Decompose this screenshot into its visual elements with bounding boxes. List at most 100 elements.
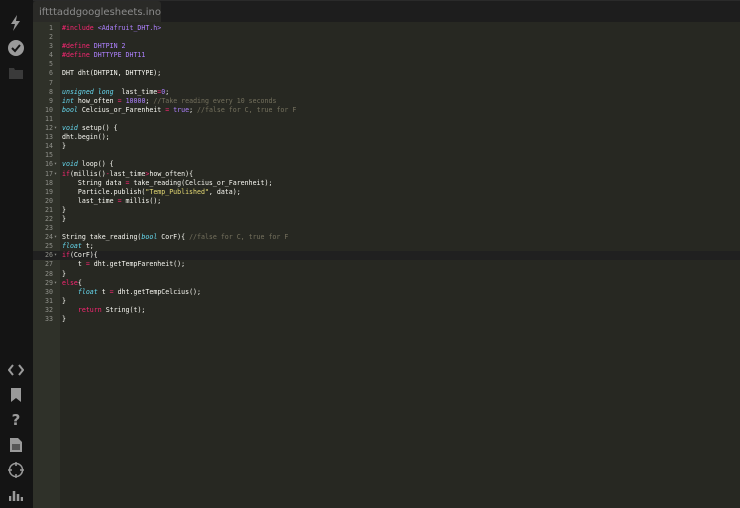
code-token: setup() { [77, 124, 118, 133]
code-line[interactable]: 33} [33, 315, 740, 324]
code-icon[interactable] [7, 361, 25, 379]
code-line[interactable]: 30 float t = dht.getTempCelcius(); [33, 288, 740, 297]
help-icon[interactable]: ? [7, 411, 25, 429]
code-token: , data); [208, 187, 241, 196]
code-line[interactable]: 12 ▾ void setup() { [33, 124, 740, 133]
folder-icon[interactable] [7, 64, 25, 82]
code-token: how_often){ [149, 169, 194, 178]
code-token: int [62, 96, 74, 105]
code-line[interactable]: 25 float t; [33, 242, 740, 251]
code-line[interactable]: 4 #define DHTTYPE DHT11 [33, 51, 740, 60]
tab-bar: iftttaddgooglesheets.ino [33, 0, 740, 23]
line-number: 12 [45, 124, 53, 133]
code-text: } [62, 315, 66, 324]
code-line[interactable]: 11 [33, 115, 740, 124]
code-text: } [62, 206, 66, 215]
code-line[interactable]: 16 ▾ void loop() { [33, 160, 740, 169]
code-text: bool Celcius_or_Farenheit = true; //fals… [62, 106, 296, 115]
code-line[interactable]: 18 String data = take_reading(Celcius_or… [33, 179, 740, 188]
fold-arrow-icon[interactable]: ▾ [54, 279, 57, 288]
code-token: } [62, 269, 66, 278]
code-line[interactable]: 7 [33, 79, 740, 88]
code-token: float [62, 242, 82, 251]
fold-arrow-icon[interactable]: ▾ [54, 251, 57, 260]
fold-arrow-icon[interactable]: ▾ [54, 160, 57, 169]
code-line[interactable]: 14} [33, 142, 740, 151]
line-number: 21 [45, 205, 53, 214]
code-token: bool [62, 105, 78, 114]
fold-arrow-icon[interactable]: ▾ [54, 124, 57, 133]
tab-file[interactable]: iftttaddgooglesheets.ino [33, 1, 161, 23]
chart-icon[interactable] [7, 486, 25, 504]
code-line[interactable]: 20 last_time = millis(); [33, 197, 740, 206]
code-line[interactable]: 9 int how_often = 10000; //Take reading e… [33, 97, 740, 106]
code-token: t; [81, 242, 94, 251]
code-line[interactable]: 24 ▾ String take_reading(bool CorF){ //fal… [33, 233, 740, 242]
code-line[interactable]: 5 [33, 60, 740, 69]
docs-icon[interactable] [7, 436, 25, 454]
code-token: loop() { [77, 160, 114, 169]
bookmark-icon[interactable] [7, 386, 25, 404]
line-number: 32 [45, 305, 53, 314]
code-line[interactable]: 23 [33, 224, 740, 233]
line-number: 28 [45, 269, 53, 278]
code-token: void [62, 160, 78, 169]
code-line[interactable]: 8 unsigned long last_time=0; [33, 88, 740, 97]
code-text: } [62, 297, 66, 306]
code-token: bool [141, 233, 158, 242]
code-text: if(millis()-last_time>how_often){ [62, 170, 193, 179]
code-line[interactable]: 1 #include <Adafruit_DHT.h> [33, 24, 740, 33]
code-text: #include <Adafruit_DHT.h> [62, 24, 161, 33]
line-number: 5 [49, 60, 53, 69]
code-line[interactable]: 17 ▾ if(millis()-last_time>how_often){ [33, 170, 740, 179]
code-line[interactable]: 22} [33, 215, 740, 224]
code-line[interactable]: 21} [33, 206, 740, 215]
code-line[interactable]: 32 return String(t); [33, 306, 740, 315]
fold-arrow-icon[interactable]: ▾ [54, 233, 57, 242]
code-line[interactable]: 15 [33, 151, 740, 160]
code-token: last_time [109, 169, 146, 178]
code-line[interactable]: 31} [33, 297, 740, 306]
code-text: return String(t); [62, 306, 146, 315]
line-number: 20 [45, 196, 53, 205]
code-line[interactable]: 13 dht.begin(); [33, 133, 740, 142]
line-number: 30 [45, 287, 53, 296]
code-token: <Adafruit_DHT.h> [97, 24, 162, 32]
verify-icon[interactable] [7, 39, 25, 57]
code-token: #include [62, 24, 98, 32]
flash-icon[interactable] [7, 14, 25, 32]
code-text: String data = take_reading(Celcius_or_Fa… [62, 179, 273, 188]
code-line[interactable]: 29 ▾ else{ [33, 279, 740, 288]
code-token: t [62, 260, 86, 269]
target-icon[interactable] [7, 461, 25, 479]
code-line[interactable]: 19 Particle.publish("Temp_Published", da… [33, 188, 740, 197]
code-text: float t; [62, 242, 94, 251]
code-token: (CorF){ [69, 251, 98, 260]
code-token: if [62, 169, 70, 178]
code-line[interactable]: 6 DHT dht(DHTPIN, DHTTYPE); [33, 69, 740, 78]
code-text: } [62, 215, 66, 224]
code-line[interactable]: 2 [33, 33, 740, 42]
code-editor[interactable]: 1 #include <Adafruit_DHT.h> 2 3 #define DHTP… [33, 22, 740, 508]
code-text: t = dht.getTempFarenheit(); [62, 260, 185, 269]
code-text: } [62, 142, 66, 151]
fold-arrow-icon[interactable]: ▾ [54, 170, 57, 179]
line-number: 26 [45, 251, 53, 260]
code-token: #define [62, 42, 94, 51]
code-token: dht.begin(); [62, 133, 110, 142]
line-number: 14 [45, 142, 53, 151]
code-text: else{ [62, 279, 82, 288]
code-line[interactable]: 28} [33, 270, 740, 279]
code-token: #define [62, 51, 94, 60]
code-line[interactable]: 27 t = dht.getTempFarenheit(); [33, 260, 740, 269]
code-line[interactable]: 26 ▾ if(CorF){ [33, 251, 740, 261]
code-token: Celcius_or_Farenheit [77, 105, 166, 114]
line-number: 13 [45, 133, 53, 142]
line-number: 24 [45, 233, 53, 242]
code-line[interactable]: 3 #define DHTPIN 2 [33, 42, 740, 51]
line-number: 19 [45, 187, 53, 196]
code-text: if(CorF){ [62, 251, 98, 260]
code-token: DHTPIN 2 [93, 42, 126, 51]
line-number: 3 [49, 42, 53, 51]
code-line[interactable]: 10 bool Celcius_or_Farenheit = true; //fa… [33, 106, 740, 115]
